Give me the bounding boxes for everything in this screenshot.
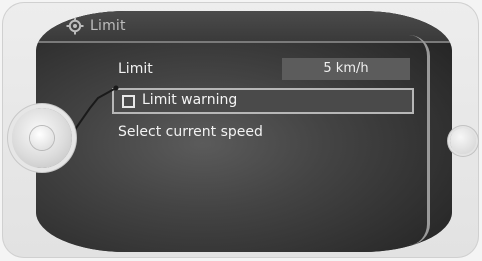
side-button[interactable]: [450, 128, 476, 154]
idrive-controller[interactable]: [12, 108, 72, 168]
controller-pointer-line: [73, 85, 119, 132]
controller-knob[interactable]: [30, 126, 54, 150]
